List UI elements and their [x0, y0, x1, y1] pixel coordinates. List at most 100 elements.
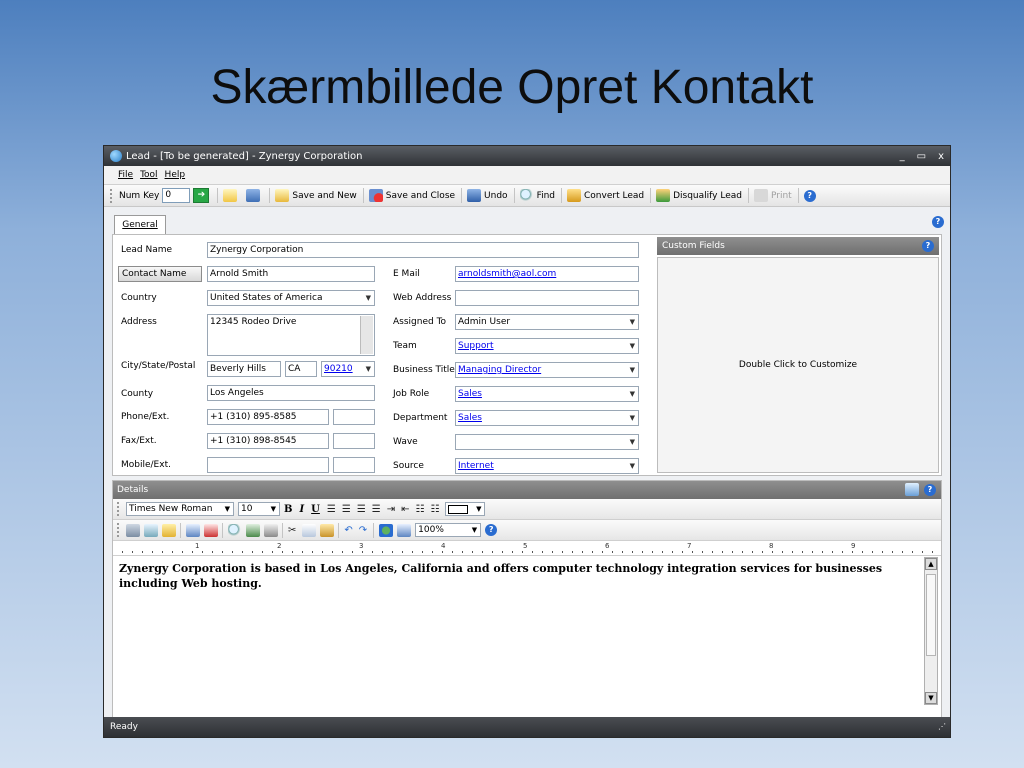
toolbar-grip[interactable] [110, 188, 115, 203]
toolbar-grip[interactable] [117, 502, 122, 516]
custom-fields-area[interactable]: Double Click to Customize [657, 257, 939, 473]
save-and-new-button[interactable]: Save and New [275, 189, 357, 202]
paste-icon[interactable] [320, 523, 335, 537]
county-input[interactable]: Los Angeles [207, 385, 375, 401]
team-select[interactable]: Support ▼ [455, 338, 639, 354]
postal-select[interactable]: 90210 ▼ [321, 361, 375, 377]
toolbar-separator [561, 188, 563, 203]
job-role-value[interactable]: Sales [458, 389, 482, 399]
scroll-down-icon[interactable]: ▼ [925, 692, 937, 704]
undo-icon[interactable]: ↶ [344, 525, 352, 536]
details-settings-icon[interactable] [905, 483, 919, 496]
fax-input[interactable]: +1 (310) 898-8545 [207, 433, 329, 449]
maximize-button[interactable]: ▭ [917, 151, 926, 162]
font-family-select[interactable]: Times New Roman ▼ [126, 502, 234, 516]
address-textarea[interactable]: 12345 Rodeo Drive [207, 314, 375, 356]
bullet-list-icon[interactable]: ☷ [416, 504, 425, 515]
align-right-icon[interactable]: ☰ [357, 504, 366, 515]
toolbar-grip[interactable] [117, 523, 122, 537]
address-scrollbar[interactable] [360, 316, 373, 354]
postal-value[interactable]: 90210 [324, 364, 353, 374]
hyperlink-icon[interactable] [379, 523, 394, 537]
new-button[interactable] [223, 189, 240, 202]
source-value[interactable]: Internet [458, 461, 494, 471]
mobile-ext-input[interactable] [333, 457, 375, 473]
assigned-to-label: Assigned To [393, 317, 447, 327]
print-icon[interactable] [126, 523, 140, 537]
web-address-input[interactable] [455, 290, 639, 306]
city-input[interactable]: Beverly Hills [207, 361, 281, 377]
ruler[interactable]: 1 2 3 4 5 6 7 8 9 [113, 541, 941, 556]
font-size-select[interactable]: 10 ▼ [238, 502, 280, 516]
justify-icon[interactable]: ☰ [372, 504, 381, 515]
country-select[interactable]: United States of America ▼ [207, 290, 375, 306]
table-insert-icon[interactable] [264, 523, 278, 537]
scroll-thumb[interactable] [926, 574, 936, 656]
copy-icon[interactable] [302, 523, 317, 537]
save-and-close-button[interactable]: Save and Close [368, 189, 455, 202]
close-button[interactable]: x [938, 151, 944, 162]
mobile-input[interactable] [207, 457, 329, 473]
phone-ext-input[interactable] [333, 409, 375, 425]
wave-select[interactable]: ▼ [455, 434, 639, 450]
scroll-up-icon[interactable]: ▲ [925, 558, 937, 570]
numbered-list-icon[interactable]: ☷ [431, 504, 440, 515]
lead-name-input[interactable]: Zynergy Corporation [207, 242, 639, 258]
phone-input[interactable]: +1 (310) 895-8585 [207, 409, 329, 425]
state-input[interactable]: CA [285, 361, 317, 377]
custom-fields-help-icon[interactable]: ? [922, 240, 934, 252]
minimize-button[interactable]: _ [900, 151, 905, 162]
contact-name-input[interactable]: Arnold Smith [207, 266, 375, 282]
assigned-to-select[interactable]: Admin User ▼ [455, 314, 639, 330]
border-style-select[interactable]: ▼ [445, 502, 486, 516]
align-left-icon[interactable]: ☰ [327, 504, 336, 515]
convert-lead-button[interactable]: Convert Lead [567, 189, 644, 202]
resize-grip-icon[interactable]: ⋰ [938, 717, 946, 737]
find-icon[interactable] [228, 523, 242, 537]
email-link[interactable]: arnoldsmith@aol.com [458, 269, 556, 279]
spellcheck-icon[interactable] [186, 523, 200, 537]
menu-tool[interactable]: Tool [140, 170, 157, 180]
zoom-select[interactable]: 100% ▼ [415, 523, 482, 537]
tab-help-icon[interactable]: ? [932, 216, 944, 228]
fax-ext-input[interactable] [333, 433, 375, 449]
business-title-value[interactable]: Managing Director [458, 365, 541, 375]
print-button[interactable]: Print [753, 189, 792, 202]
help-icon[interactable]: ? [803, 189, 816, 202]
bold-button[interactable]: B [284, 504, 292, 515]
open-folder-icon[interactable] [162, 523, 176, 537]
underline-button[interactable]: U [311, 504, 320, 515]
window-titlebar[interactable]: Lead - [To be generated] - Zynergy Corpo… [104, 146, 950, 166]
italic-button[interactable]: I [299, 504, 304, 515]
tab-general[interactable]: General [114, 215, 166, 234]
department-value[interactable]: Sales [458, 413, 482, 423]
contact-name-button[interactable]: Contact Name [118, 266, 202, 282]
disqualify-lead-button[interactable]: Disqualify Lead [656, 189, 742, 202]
team-value[interactable]: Support [458, 341, 494, 351]
job-role-select[interactable]: Sales ▼ [455, 386, 639, 402]
business-title-select[interactable]: Managing Director ▼ [455, 362, 639, 378]
email-input[interactable]: arnoldsmith@aol.com [455, 266, 639, 282]
editor-help-icon[interactable]: ? [485, 524, 498, 536]
details-help-icon[interactable]: ? [924, 484, 936, 496]
grid-icon[interactable] [397, 523, 412, 537]
print-preview-icon[interactable] [144, 523, 158, 537]
numkey-input[interactable]: 0 [162, 188, 191, 203]
image-icon[interactable] [246, 523, 260, 537]
align-center-icon[interactable]: ☰ [342, 504, 351, 515]
menu-file[interactable]: File [118, 170, 133, 180]
details-editor[interactable]: Zynergy Corporation is based in Los Ange… [115, 557, 923, 715]
source-select[interactable]: Internet ▼ [455, 458, 639, 474]
cut-icon[interactable]: ✂ [288, 525, 296, 536]
check-icon[interactable] [204, 523, 218, 537]
redo-icon[interactable]: ↷ [359, 525, 367, 536]
editor-scrollbar[interactable]: ▲ ▼ [924, 557, 938, 705]
find-button[interactable]: Find [519, 189, 555, 202]
go-arrow-icon[interactable]: ➔ [193, 188, 210, 203]
undo-button[interactable]: Undo [467, 189, 508, 202]
department-select[interactable]: Sales ▼ [455, 410, 639, 426]
save-button[interactable] [246, 189, 263, 202]
menu-help[interactable]: Help [165, 170, 186, 180]
outdent-icon[interactable]: ⇤ [401, 504, 409, 515]
indent-icon[interactable]: ⇥ [387, 504, 395, 515]
